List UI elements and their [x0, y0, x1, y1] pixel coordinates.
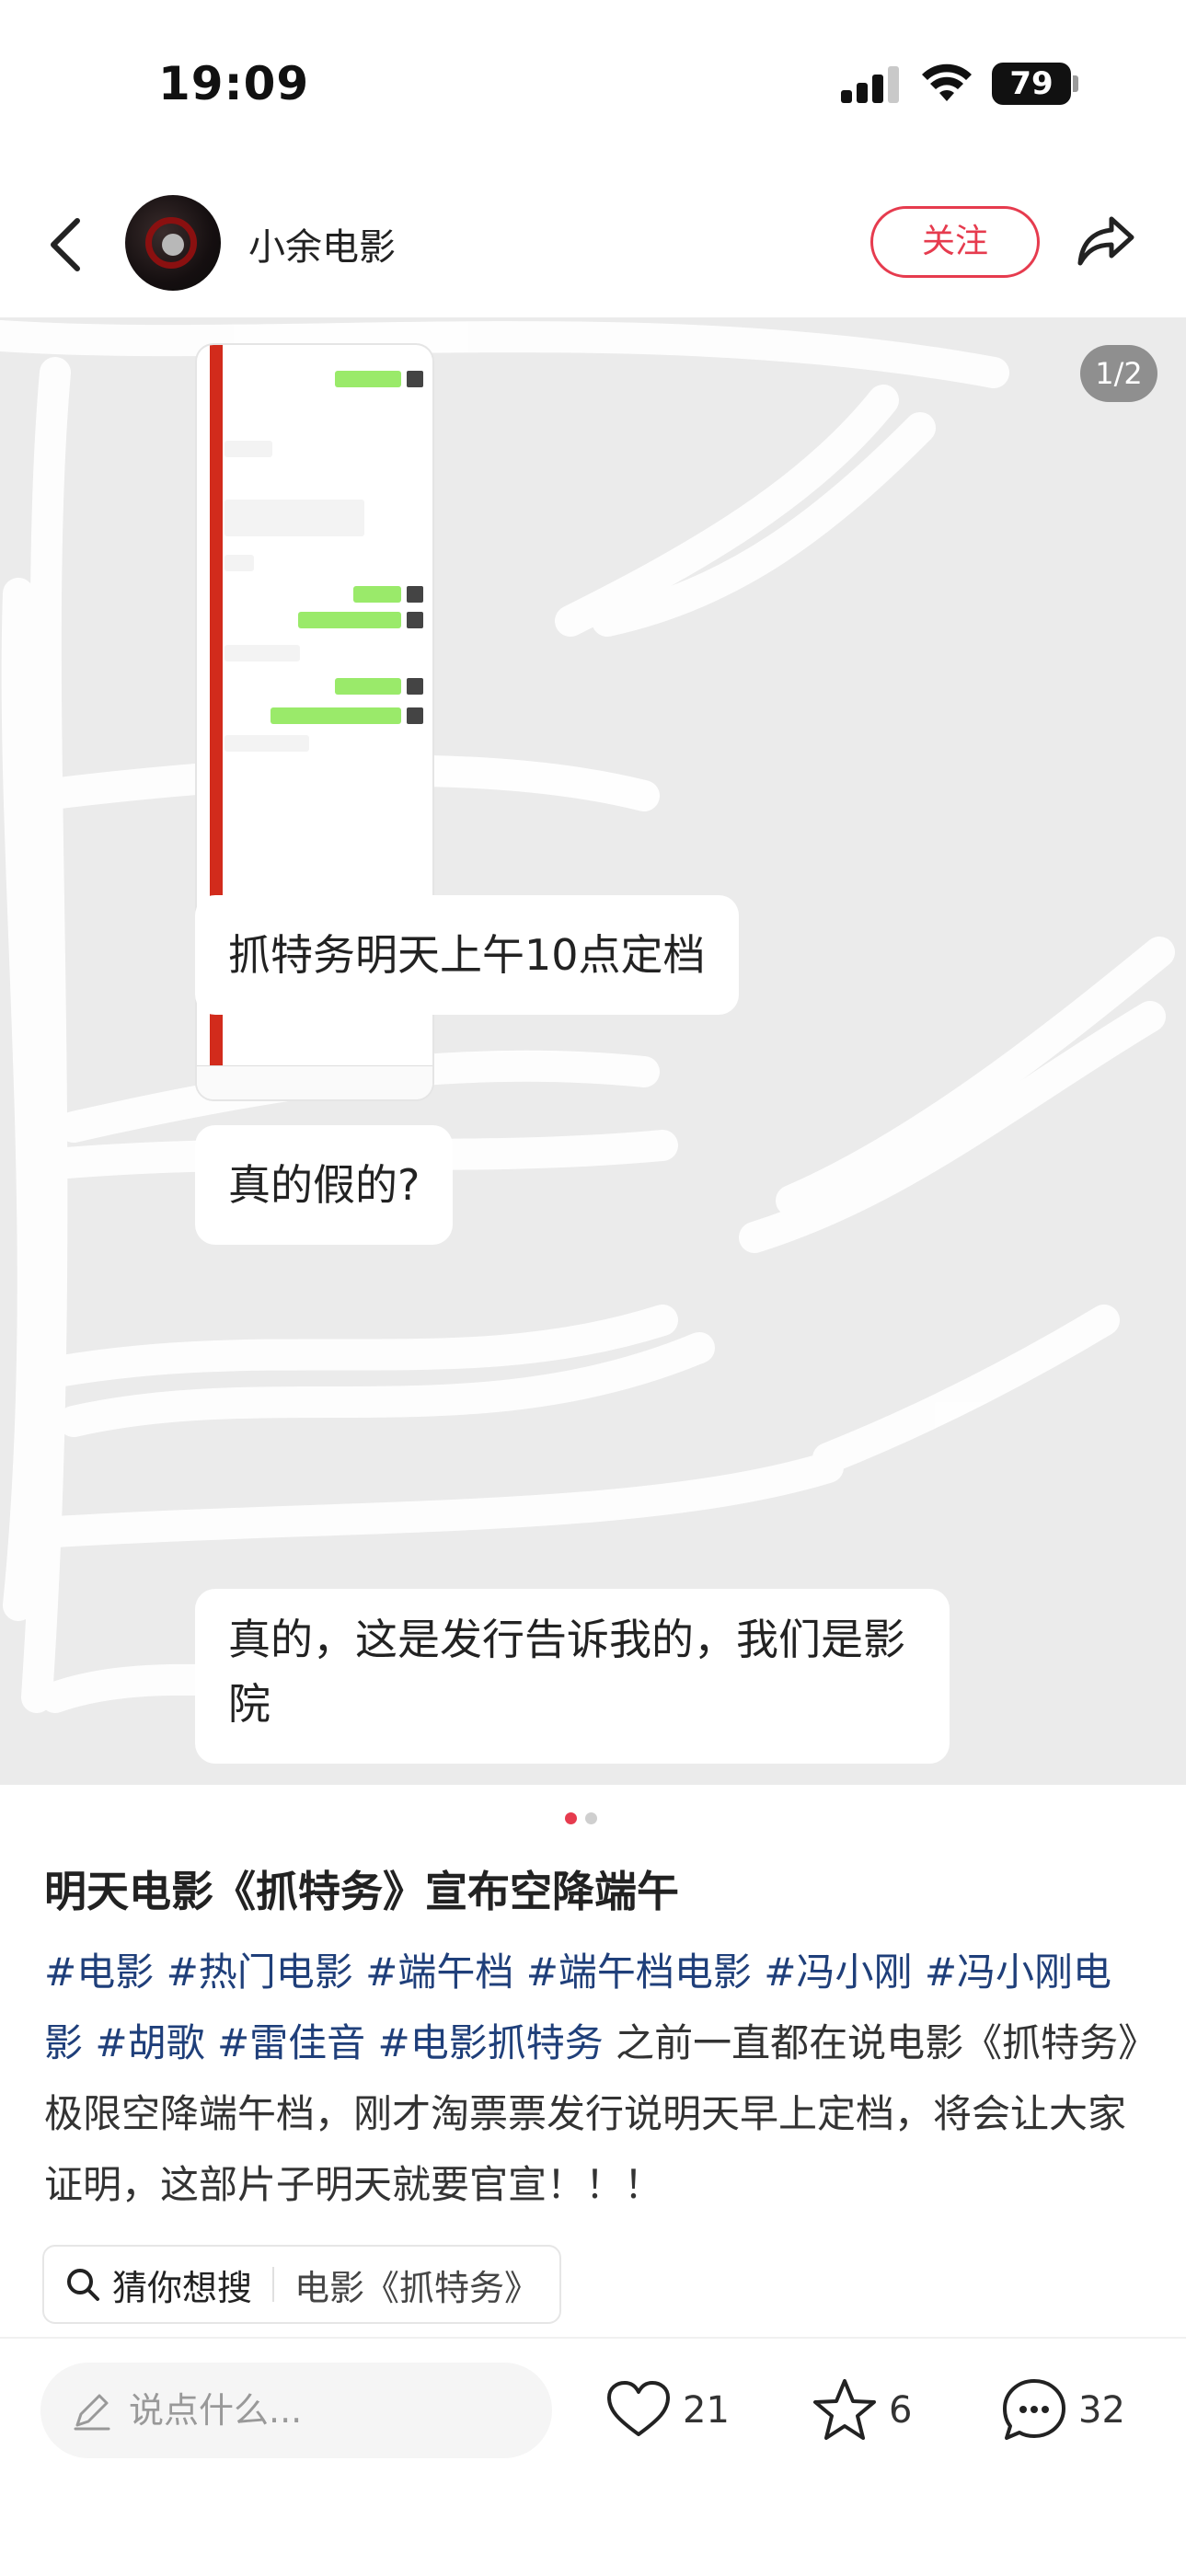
- image-page-indicator: [565, 1812, 620, 1825]
- share-icon[interactable]: [1075, 210, 1137, 272]
- wifi-icon: [922, 63, 972, 101]
- back-arrow-icon[interactable]: [44, 215, 90, 274]
- chat-input-bar: [197, 1065, 432, 1099]
- chat-msg: [335, 678, 401, 695]
- chat-msg: [353, 586, 401, 603]
- heart-icon: [607, 2381, 670, 2436]
- chat-avatar: [407, 371, 423, 387]
- status-time: 19:09: [158, 57, 310, 110]
- home-indicator-area: [0, 2521, 1186, 2576]
- bottom-divider: [0, 2337, 1186, 2339]
- chat-avatar: [407, 612, 423, 628]
- battery-level: 79: [992, 63, 1071, 105]
- author-name[interactable]: 小余电影: [248, 217, 396, 270]
- chat-msg: [225, 555, 254, 571]
- hashtag[interactable]: #电影: [44, 1949, 154, 1995]
- like-button[interactable]: 21: [604, 2374, 730, 2447]
- comment-count: 32: [1078, 2389, 1125, 2432]
- comment-button[interactable]: 32: [999, 2374, 1125, 2447]
- guess-search-chip[interactable]: 猜你想搜 电影《抓特务》: [42, 2245, 562, 2324]
- battery-tip: [1073, 75, 1078, 92]
- page-dot-active: [565, 1812, 577, 1824]
- chat-msg: [225, 735, 309, 752]
- chat-bubble: 真的假的?: [195, 1125, 454, 1245]
- guess-search-divider: [272, 2267, 275, 2302]
- star-icon: [813, 2379, 876, 2440]
- search-icon: [67, 2269, 99, 2301]
- chat-bubble: 真的，这是发行告诉我的，我们是影院: [195, 1589, 950, 1764]
- hashtag[interactable]: #冯小刚: [764, 1949, 912, 1995]
- hashtag[interactable]: #雷佳音: [217, 2020, 365, 2065]
- post-description: #电影 #热门电影 #端午档 #端午档电影 #冯小刚 #冯小刚电影 #胡歌 #雷…: [44, 1937, 1145, 2220]
- post-title: 明天电影《抓特务》宣布空降端午: [44, 1867, 679, 1916]
- pencil-icon: [74, 2394, 110, 2431]
- author-avatar[interactable]: [125, 195, 221, 291]
- hashtag[interactable]: #端午档电影: [526, 1949, 752, 1995]
- chat-bubble: 抓特务明天上午10点定档: [195, 895, 739, 1015]
- guess-search-label: 猜你想搜: [112, 2267, 253, 2308]
- cellular-signal-icon: [841, 64, 900, 103]
- hashtag[interactable]: #热门电影: [167, 1949, 353, 1995]
- chat-msg: [298, 612, 401, 628]
- image-counter: 1/2: [1080, 345, 1157, 402]
- hashtag[interactable]: #胡歌: [95, 2020, 204, 2065]
- status-bar: 19:09 79: [0, 0, 1186, 175]
- chat-msg: [225, 441, 272, 457]
- redaction-scribble: [0, 320, 1175, 1713]
- chat-avatar: [407, 678, 423, 695]
- avatar-hub-graphic: [162, 234, 184, 256]
- star-count: 6: [889, 2389, 913, 2432]
- post-image[interactable]: 1/2 抓特务明天上午10点定档 真的假的? 真的，这是发行告诉我的，我们是影院: [0, 317, 1186, 1785]
- chat-msg: [335, 371, 401, 387]
- post-header: 小余电影 关注: [0, 184, 1186, 304]
- hashtag[interactable]: #端午档: [365, 1949, 513, 1995]
- chat-avatar: [407, 707, 423, 724]
- comment-placeholder: 说点什么...: [129, 2390, 303, 2431]
- chat-msg: [225, 645, 300, 661]
- chat-msg: [225, 500, 364, 536]
- chat-avatar: [407, 586, 423, 603]
- hashtag[interactable]: #电影抓特务: [378, 2020, 604, 2065]
- chat-msg: [271, 707, 401, 724]
- comment-input[interactable]: 说点什么...: [40, 2363, 552, 2458]
- guess-search-query: 电影《抓特务》: [294, 2267, 540, 2308]
- chat-bubble-icon: [1003, 2379, 1065, 2440]
- follow-button[interactable]: 关注: [870, 206, 1040, 278]
- like-count: 21: [683, 2389, 730, 2432]
- page-dot: [585, 1812, 597, 1824]
- star-button[interactable]: 6: [810, 2374, 912, 2447]
